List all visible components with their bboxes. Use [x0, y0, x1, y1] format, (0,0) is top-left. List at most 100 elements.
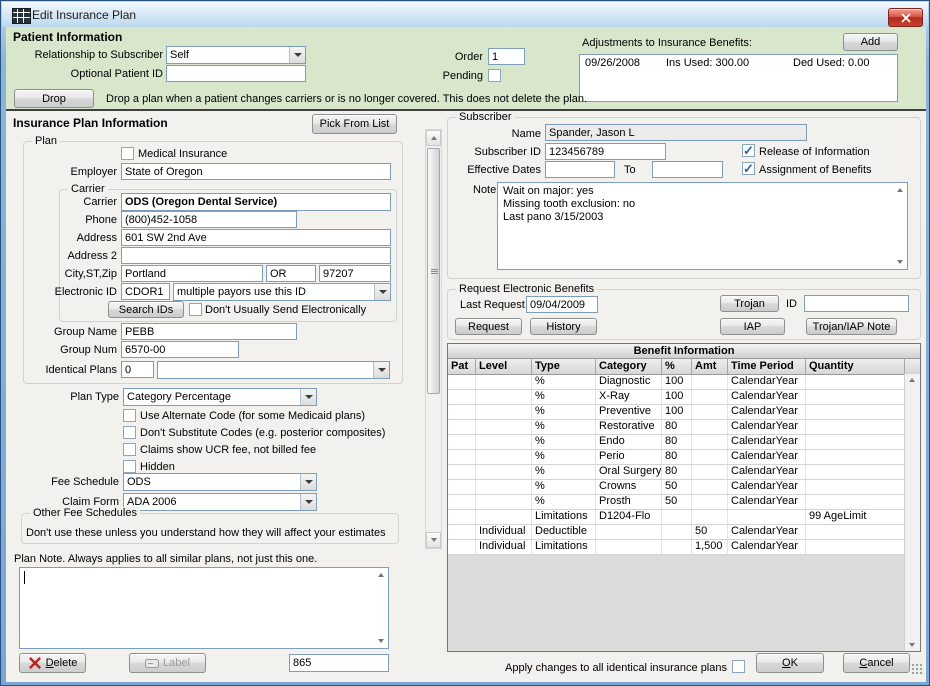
zip-input[interactable] — [319, 265, 391, 282]
optional-patient-id-input[interactable] — [166, 65, 306, 82]
delete-button[interactable]: Delete — [19, 653, 86, 673]
benefit-row[interactable]: %Crowns50CalendarYear — [448, 480, 920, 495]
medical-insurance-label: Medical Insurance — [138, 148, 227, 161]
benefit-cell: % — [532, 435, 596, 449]
trojan-id-input[interactable] — [804, 295, 909, 312]
history-button[interactable]: History — [530, 318, 597, 335]
claim-form-dropdown[interactable]: ADA 2006 — [123, 493, 317, 511]
benefit-cell — [662, 525, 692, 539]
release-of-information-checkbox[interactable] — [742, 144, 755, 157]
subscriber-name-label: Name — [469, 128, 541, 141]
benefit-row[interactable]: %Oral Surgery80CalendarYear — [448, 465, 920, 480]
benefit-row[interactable]: IndividualLimitations1,500CalendarYear — [448, 540, 920, 555]
adjustment-entry[interactable]: 09/26/2008 Ins Used: 300.00 Ded Used: 0.… — [580, 57, 897, 72]
employer-input[interactable] — [121, 163, 391, 180]
benefit-row[interactable]: %X-Ray100CalendarYear — [448, 390, 920, 405]
apply-identical-plans-checkbox[interactable] — [732, 660, 745, 673]
pick-from-list-button[interactable]: Pick From List — [312, 114, 397, 134]
electronic-id-dropdown[interactable]: multiple payors use this ID — [173, 283, 391, 301]
benefit-cell: 50 — [692, 525, 728, 539]
ok-button[interactable]: OK — [756, 653, 824, 673]
request-button[interactable]: Request — [455, 318, 522, 335]
electronic-id-input[interactable] — [121, 283, 170, 300]
benefit-cell: Endo — [596, 435, 662, 449]
effective-from-input[interactable] — [545, 161, 615, 178]
scroll-down-button[interactable] — [426, 532, 441, 548]
benefit-row[interactable]: %Perio80CalendarYear — [448, 450, 920, 465]
subscriber-id-input[interactable] — [545, 143, 666, 160]
fee-schedule-dropdown[interactable]: ODS — [123, 473, 317, 491]
text-caret — [24, 571, 25, 584]
benefit-cell: Crowns — [596, 480, 662, 494]
assignment-of-benefits-checkbox[interactable] — [742, 162, 755, 175]
subscriber-note-textarea[interactable]: Wait on major: yes Missing tooth exclusi… — [497, 182, 908, 270]
add-adjustment-button[interactable]: Add — [843, 33, 898, 51]
benefit-cell: 100 — [662, 405, 692, 419]
scroll-down-icon[interactable] — [378, 639, 384, 643]
benefit-col-3: Category — [596, 359, 662, 374]
adjustments-listbox[interactable]: 09/26/2008 Ins Used: 300.00 Ded Used: 0.… — [579, 54, 898, 102]
benefit-row[interactable]: %Endo80CalendarYear — [448, 435, 920, 450]
benefit-cell: % — [532, 420, 596, 434]
scroll-up-button[interactable] — [426, 130, 441, 146]
trojan-iap-note-button[interactable]: Trojan/IAP Note — [806, 318, 897, 335]
benefit-row[interactable]: %Preventive100CalendarYear — [448, 405, 920, 420]
benefit-cell — [692, 375, 728, 389]
pending-checkbox[interactable] — [488, 69, 501, 82]
iap-button[interactable]: IAP — [720, 318, 785, 335]
group-num-input[interactable] — [121, 341, 239, 358]
scroll-down-icon[interactable] — [909, 643, 915, 647]
carrier-input[interactable] — [121, 193, 391, 211]
plan-type-dropdown[interactable]: Category Percentage — [123, 388, 317, 406]
address2-input[interactable] — [121, 247, 391, 264]
scroll-down-icon[interactable] — [897, 260, 903, 264]
left-panel-scrollbar[interactable] — [425, 129, 442, 549]
claims-ucr-fee-checkbox[interactable] — [123, 443, 136, 456]
benefit-row[interactable]: LimitationsD1204-Flo99 AgeLimit — [448, 510, 920, 525]
order-input[interactable] — [488, 48, 525, 65]
benefit-grid-scrollbar[interactable] — [904, 374, 920, 651]
city-input[interactable] — [121, 265, 263, 282]
benefit-row[interactable]: IndividualDeductible50CalendarYear — [448, 525, 920, 540]
relationship-dropdown[interactable]: Self — [166, 46, 306, 64]
identical-plans-input[interactable] — [121, 361, 154, 378]
dont-substitute-codes-checkbox[interactable] — [123, 426, 136, 439]
plan-note-textarea[interactable] — [19, 567, 389, 649]
label-button[interactable]: Label — [129, 653, 206, 673]
phone-input[interactable] — [121, 211, 297, 228]
dont-send-electronically-checkbox[interactable] — [189, 303, 202, 316]
cancel-button[interactable]: Cancel — [843, 653, 910, 673]
assignment-of-benefits-label: Assignment of Benefits — [759, 164, 872, 177]
scroll-up-icon[interactable] — [897, 188, 903, 192]
last-request-input[interactable] — [526, 296, 598, 313]
add-button-label: Add — [861, 36, 881, 48]
benefit-cell — [476, 420, 532, 434]
drop-button-label: Drop — [42, 93, 66, 105]
search-ids-button[interactable]: Search IDs — [108, 301, 184, 318]
plan-number-input[interactable] — [289, 654, 389, 672]
benefit-row[interactable]: %Restorative80CalendarYear — [448, 420, 920, 435]
identical-plans-dropdown[interactable] — [157, 361, 390, 379]
note-line: Missing tooth exclusion: no — [503, 198, 635, 211]
group-name-input[interactable] — [121, 323, 297, 340]
address-input[interactable] — [121, 229, 391, 246]
benefit-row[interactable]: %Diagnostic100CalendarYear — [448, 375, 920, 390]
state-input[interactable] — [266, 265, 316, 282]
scrollbar-thumb[interactable] — [427, 148, 440, 394]
trojan-button[interactable]: Trojan — [720, 295, 779, 312]
resize-grip[interactable] — [911, 663, 923, 675]
use-alternate-code-checkbox[interactable] — [123, 409, 136, 422]
close-button[interactable] — [888, 8, 923, 27]
benefit-cell: CalendarYear — [728, 375, 806, 389]
close-icon — [900, 13, 912, 23]
benefit-cell: 1,500 — [692, 540, 728, 554]
effective-to-input[interactable] — [652, 161, 723, 178]
scroll-up-icon[interactable] — [909, 378, 915, 382]
medical-insurance-checkbox[interactable] — [121, 147, 134, 160]
hidden-checkbox[interactable] — [123, 460, 136, 473]
scroll-up-icon[interactable] — [378, 573, 384, 577]
benefit-row[interactable]: %Prosth50CalendarYear — [448, 495, 920, 510]
drop-button[interactable]: Drop — [14, 89, 94, 108]
note-line: Wait on major: yes — [503, 185, 594, 198]
benefit-cell: CalendarYear — [728, 435, 806, 449]
